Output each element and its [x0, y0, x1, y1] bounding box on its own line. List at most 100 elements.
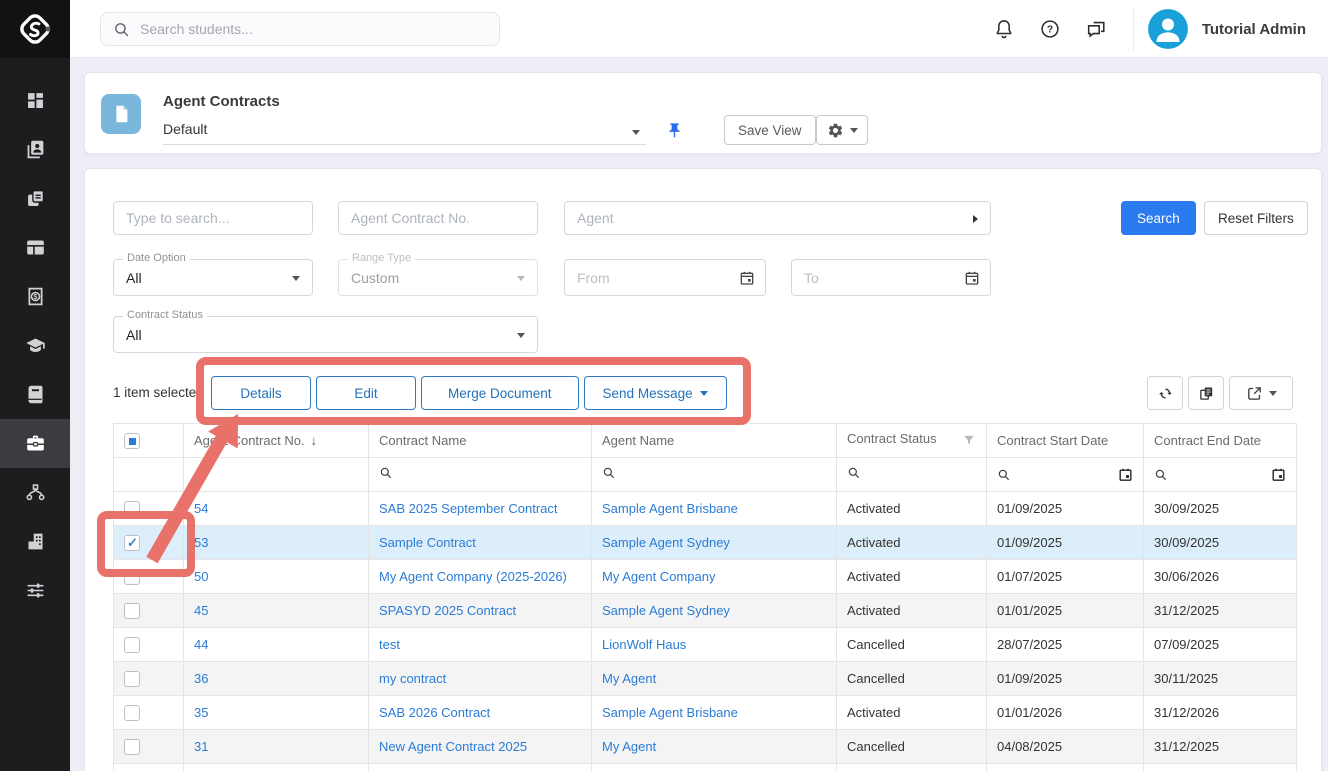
- contract-no-link[interactable]: 53: [194, 535, 208, 550]
- row-checkbox[interactable]: [124, 501, 140, 517]
- filter-agent-name[interactable]: [592, 458, 837, 492]
- contract-no-link[interactable]: 50: [194, 569, 208, 584]
- details-button[interactable]: Details: [211, 376, 311, 410]
- contract-no-link[interactable]: 31: [194, 739, 208, 754]
- messages-button[interactable]: [1073, 6, 1119, 52]
- sidebar-item-organisations[interactable]: [0, 517, 70, 566]
- view-select[interactable]: Default: [163, 117, 646, 145]
- agent-name-link[interactable]: My Agent Company: [602, 569, 715, 584]
- table-row[interactable]: 35 SAB 2026 Contract Sample Agent Brisbane…: [114, 696, 1297, 730]
- search-icon: [997, 468, 1011, 482]
- row-checkbox[interactable]: [124, 569, 140, 585]
- agent-name-link[interactable]: Sample Agent Sydney: [602, 535, 730, 550]
- sidebar-item-contacts[interactable]: [0, 125, 70, 174]
- date-from-input[interactable]: From: [564, 259, 766, 296]
- column-header-contract-name[interactable]: Contract Name: [369, 424, 592, 458]
- contract-name-link[interactable]: my contract: [379, 671, 446, 686]
- user-menu[interactable]: Tutorial Admin: [1148, 9, 1328, 49]
- keyword-search-input[interactable]: [113, 201, 313, 235]
- save-view-button[interactable]: Save View: [724, 115, 816, 145]
- contract-no-link[interactable]: 44: [194, 637, 208, 652]
- table-row[interactable]: 54 SAB 2025 September Contract Sample Agen…: [114, 492, 1297, 526]
- contract-no-input[interactable]: [338, 201, 538, 235]
- help-button[interactable]: ?: [1027, 6, 1073, 52]
- sidebar-item-agents[interactable]: [0, 419, 70, 468]
- column-header-start-date[interactable]: Contract Start Date: [987, 424, 1144, 458]
- pin-view-button[interactable]: [661, 117, 687, 143]
- end-date-cell: 31/12/2025: [1144, 730, 1297, 764]
- row-checkbox[interactable]: [124, 535, 140, 551]
- contract-no-link[interactable]: 35: [194, 705, 208, 720]
- export-button[interactable]: [1229, 376, 1293, 410]
- refresh-button[interactable]: [1147, 376, 1183, 410]
- agent-name-link[interactable]: My Agent: [602, 739, 656, 754]
- sidebar-item-boards[interactable]: [0, 223, 70, 272]
- filter-funnel-icon[interactable]: [962, 433, 976, 450]
- app-logo[interactable]: [0, 0, 70, 58]
- global-search-input[interactable]: [140, 21, 470, 37]
- sidebar-item-courses[interactable]: [0, 321, 70, 370]
- chevron-down-icon: [517, 333, 525, 338]
- contract-name-link[interactable]: test: [379, 637, 400, 652]
- notifications-button[interactable]: [981, 6, 1027, 52]
- sidebar-item-invoices[interactable]: $: [0, 272, 70, 321]
- copy-button[interactable]: [1188, 376, 1224, 410]
- row-checkbox[interactable]: [124, 637, 140, 653]
- sidebar-item-dashboard[interactable]: [0, 76, 70, 125]
- global-search[interactable]: [100, 12, 500, 46]
- date-to-input[interactable]: To: [791, 259, 991, 296]
- agent-name-link[interactable]: Sample Agent Brisbane: [602, 501, 738, 516]
- agent-name-link[interactable]: Sample Agent Brisbane: [602, 705, 738, 720]
- agent-name-link[interactable]: Sample Agent Sydney: [602, 603, 730, 618]
- table-row[interactable]: 36my contractMy AgentCancelled01/09/2025…: [114, 662, 1297, 696]
- row-checkbox[interactable]: [124, 739, 140, 755]
- column-header-contract-status[interactable]: Contract Status: [837, 424, 987, 458]
- sidebar-item-settings[interactable]: [0, 566, 70, 615]
- filter-start-date[interactable]: [987, 458, 1144, 492]
- table-row[interactable]: 44testLionWolf HausCancelled28/07/202507…: [114, 628, 1297, 662]
- filter-contract-status[interactable]: [837, 458, 987, 492]
- range-type-select[interactable]: Range Type Custom: [338, 259, 538, 296]
- chevron-down-icon: [1269, 391, 1277, 396]
- row-checkbox[interactable]: [124, 603, 140, 619]
- table-row[interactable]: [114, 764, 1297, 771]
- column-header-agent-name[interactable]: Agent Name: [592, 424, 837, 458]
- reset-filters-button[interactable]: Reset Filters: [1204, 201, 1308, 235]
- date-option-label: Date Option: [123, 252, 190, 264]
- view-settings-button[interactable]: [816, 115, 868, 145]
- agent-picker[interactable]: Agent: [564, 201, 991, 235]
- contract-name-link[interactable]: New Agent Contract 2025: [379, 739, 527, 754]
- agent-name-link[interactable]: LionWolf Haus: [602, 637, 686, 652]
- filter-contract-no[interactable]: [184, 458, 369, 492]
- agent-name-link[interactable]: My Agent: [602, 671, 656, 686]
- contract-name-link[interactable]: Sample Contract: [379, 535, 476, 550]
- contract-no-link[interactable]: 45: [194, 603, 208, 618]
- column-header-contract-no[interactable]: Agent Contract No.↓: [184, 424, 369, 458]
- contract-no-link[interactable]: 36: [194, 671, 208, 686]
- table-row[interactable]: 45 SPASYD 2025 Contract Sample Agent Sydne…: [114, 594, 1297, 628]
- date-option-select[interactable]: Date Option All: [113, 259, 313, 296]
- select-all-checkbox[interactable]: [124, 433, 140, 449]
- search-button[interactable]: Search: [1121, 201, 1196, 235]
- filter-end-date[interactable]: [1144, 458, 1297, 492]
- sidebar-item-workflows[interactable]: [0, 468, 70, 517]
- sidebar-item-documents[interactable]: [0, 174, 70, 223]
- contract-name-link[interactable]: SAB 2026 Contract: [379, 705, 490, 720]
- contract-name-link[interactable]: My Agent Company (2025-2026): [379, 569, 567, 584]
- status-cell: Activated: [837, 560, 987, 594]
- table-row[interactable]: 53Sample ContractSample Agent SydneyActi…: [114, 526, 1297, 560]
- send-message-button[interactable]: Send Message: [584, 376, 727, 410]
- contract-status-select[interactable]: Contract Status All: [113, 316, 538, 353]
- table-row[interactable]: 31New Agent Contract 2025My AgentCancell…: [114, 730, 1297, 764]
- row-checkbox[interactable]: [124, 705, 140, 721]
- table-row[interactable]: 50 My Agent Company (2025-2026) My Agent C…: [114, 560, 1297, 594]
- contract-no-link[interactable]: 54: [194, 501, 208, 516]
- column-header-end-date[interactable]: Contract End Date: [1144, 424, 1297, 458]
- contract-name-link[interactable]: SPASYD 2025 Contract: [379, 603, 516, 618]
- sidebar-item-handbook[interactable]: [0, 370, 70, 419]
- contract-name-link[interactable]: SAB 2025 September Contract: [379, 501, 558, 516]
- edit-button[interactable]: Edit: [316, 376, 416, 410]
- row-checkbox[interactable]: [124, 671, 140, 687]
- filter-contract-name[interactable]: [369, 458, 592, 492]
- merge-document-button[interactable]: Merge Document: [421, 376, 579, 410]
